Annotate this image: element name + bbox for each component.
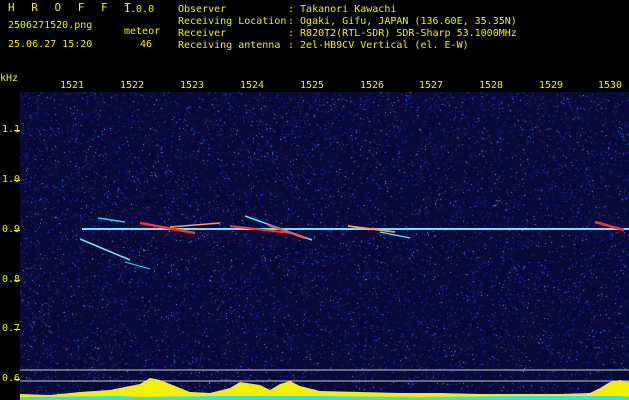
x-tick-label: 1526: [360, 80, 385, 91]
meteor-trace: [169, 222, 221, 228]
x-tick-label: 1521: [60, 80, 85, 91]
x-tick-label: 1528: [479, 80, 504, 91]
meteor-trace: [97, 217, 126, 223]
y-axis-unit: kHz: [0, 73, 19, 84]
file-name: 2506271520.png: [8, 20, 93, 31]
x-tick-label: 1530: [598, 80, 623, 91]
receiver-label: Receiver: [178, 28, 227, 39]
location-label: Receiving Location: [178, 16, 287, 27]
x-tick-label: 1529: [539, 80, 564, 91]
date-time: 25.06.27 15:20: [8, 39, 93, 50]
version-label: 1.0.0: [124, 4, 155, 15]
antenna-value: : 2el-HB9CV Vertical (el. E-W): [288, 40, 469, 51]
observer-label: Observer: [178, 4, 227, 15]
detect-label: meteor: [124, 26, 161, 37]
observer-value: : Takanori Kawachi: [288, 4, 397, 15]
x-tick-label: 1527: [419, 80, 444, 91]
receiver-value: : R820T2(RTL-SDR) SDR-Sharp 53.1000MHz: [288, 28, 517, 39]
spectrogram-panel: [20, 92, 629, 400]
x-tick-label: 1523: [180, 80, 205, 91]
x-tick-label: 1525: [300, 80, 325, 91]
meteor-count: 46: [140, 39, 153, 50]
meteor-trace: [79, 238, 131, 261]
meteor-trace: [379, 231, 411, 239]
app-title: H R O F F T: [8, 1, 136, 14]
location-value: : Ogaki, Gifu, JAPAN (136.60E, 35.35N): [288, 16, 517, 27]
antenna-label: Receiving antenna: [178, 40, 281, 51]
x-tick-label: 1522: [120, 80, 145, 91]
x-tick-label: 1524: [240, 80, 265, 91]
spectrogram-traces: [20, 215, 629, 400]
meteor-trace: [124, 261, 151, 270]
signal-level-cyan: [20, 396, 629, 400]
